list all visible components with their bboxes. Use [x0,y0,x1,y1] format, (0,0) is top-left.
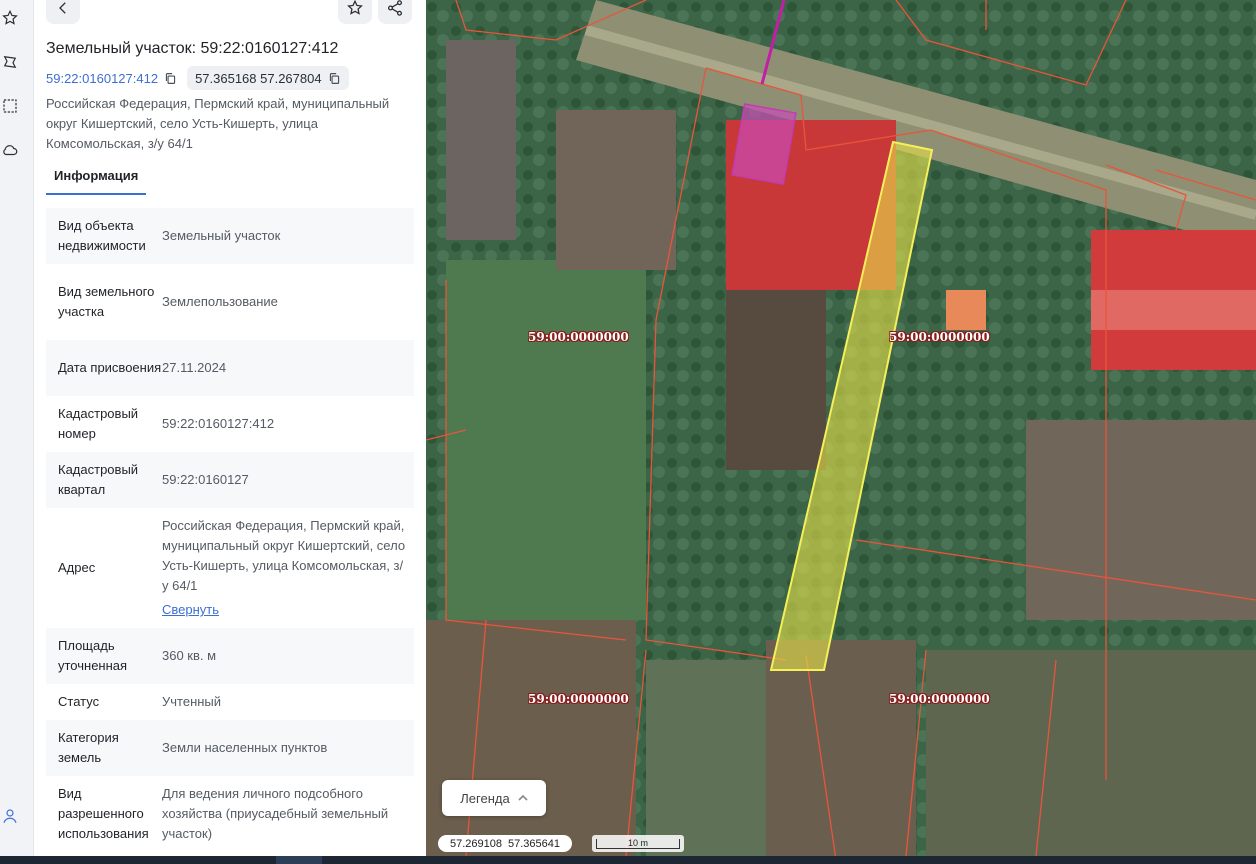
share-button[interactable] [378,0,412,24]
table-row: Кадастровый номер 59:22:0160127:412 [46,396,414,452]
taskbar-item[interactable] [276,856,322,864]
collapse-link[interactable]: Свернуть [162,600,406,620]
row-value: Земли населенных пунктов [162,740,328,755]
table-row: Вид разрешенного использования Для веден… [46,776,414,852]
table-row: Вид объекта недвижимости Земельный участ… [46,208,414,264]
panel-toolbar [46,0,414,26]
cadastral-number-text: 59:22:0160127:412 [46,70,159,86]
map-view[interactable]: 59:00:0000000 59:00:0000000 59:00:000000… [426,0,1256,856]
row-value: 360 кв. м [162,648,217,663]
row-value: Учтенный [162,694,222,709]
row-key: Кадастровый квартал [58,462,139,497]
info-panel: Земельный участок: 59:22:0160127:412 59:… [34,0,426,856]
row-value: Землепользование [162,294,278,309]
table-row: Дата присвоения 27.11.2024 [46,340,414,396]
address-value: Российская Федерация, Пермский край, мун… [162,518,406,593]
table-row: Статус Учтенный [46,684,414,720]
map-polygon-icon[interactable] [0,52,20,72]
table-row: Вид земельного участка Землепользование [46,264,414,340]
row-value: Российская Федерация, Пермский край, мун… [162,516,414,620]
table-row: Адрес Российская Федерация, Пермский кра… [46,508,414,628]
map-coordinate-x: 57.269108 [450,837,502,850]
cadastral-label: 59:00:0000000 [528,692,629,706]
row-value: 27.11.2024 [162,360,227,375]
cloud-icon[interactable] [0,140,20,160]
star-icon [347,0,363,15]
row-key: Кадастровый номер [58,406,139,441]
coordinates-text: 57.365168 57.267804 [195,70,322,86]
row-key: Площадь уточненная [58,638,128,673]
user-icon[interactable] [0,806,20,826]
legend-label: Легенда [460,790,510,806]
row-key: Статус [58,694,100,709]
row-key: Дата присвоения [58,360,162,375]
address-text: Российская Федерация, Пермский край, мун… [46,96,390,151]
info-table: Вид объекта недвижимости Земельный участ… [46,208,414,852]
identifier-chips: 59:22:0160127:412 57.365168 57.267804 [46,66,349,90]
cadastral-number-link[interactable]: 59:22:0160127:412 [46,66,177,90]
chevron-left-icon [59,2,66,14]
row-key: Вид разрешенного использования [58,786,149,841]
left-rail [0,0,34,856]
row-key: Адрес [58,560,96,575]
taskbar-strip [0,856,1256,864]
share-icon [387,0,403,16]
row-key: Категория земель [58,730,119,765]
coordinates-chip[interactable]: 57.365168 57.267804 [187,66,349,90]
map-coordinate-y: 57.365641 [508,837,560,850]
copy-icon[interactable] [164,72,177,85]
star-icon[interactable] [0,8,20,28]
scale-label: 10 m [596,838,680,849]
chevron-up-icon [518,794,528,801]
tab-information[interactable]: Информация [46,160,147,195]
cadastral-label: 59:00:0000000 [889,330,990,344]
map-coordinates: 57.269108 57.365641 [438,835,572,852]
table-row: Кадастровый квартал 59:22:0160127 [46,452,414,508]
row-value: 59:22:0160127:412 [162,416,275,431]
copy-icon[interactable] [328,72,341,85]
scale-bar: 10 m [592,835,684,852]
tabs: Информация [46,160,147,196]
row-value: Для ведения личного подсобного хозяйства… [162,786,389,841]
page-title: Земельный участок: 59:22:0160127:412 [46,40,339,57]
back-button[interactable] [46,0,80,24]
legend-button[interactable]: Легенда [442,780,546,816]
table-row: Площадь уточненная 360 кв. м [46,628,414,684]
row-key: Вид земельного участка [58,284,155,319]
selection-icon[interactable] [0,96,20,116]
row-value: 59:22:0160127 [162,472,249,487]
row-key: Вид объекта недвижимости [58,218,146,253]
row-value: Земельный участок [162,228,281,243]
table-row: Категория земель Земли населенных пункто… [46,720,414,776]
satellite-imagery [426,0,1256,856]
cadastral-label: 59:00:0000000 [528,330,629,344]
favorite-button[interactable] [338,0,372,24]
cadastral-label: 59:00:0000000 [889,692,990,706]
